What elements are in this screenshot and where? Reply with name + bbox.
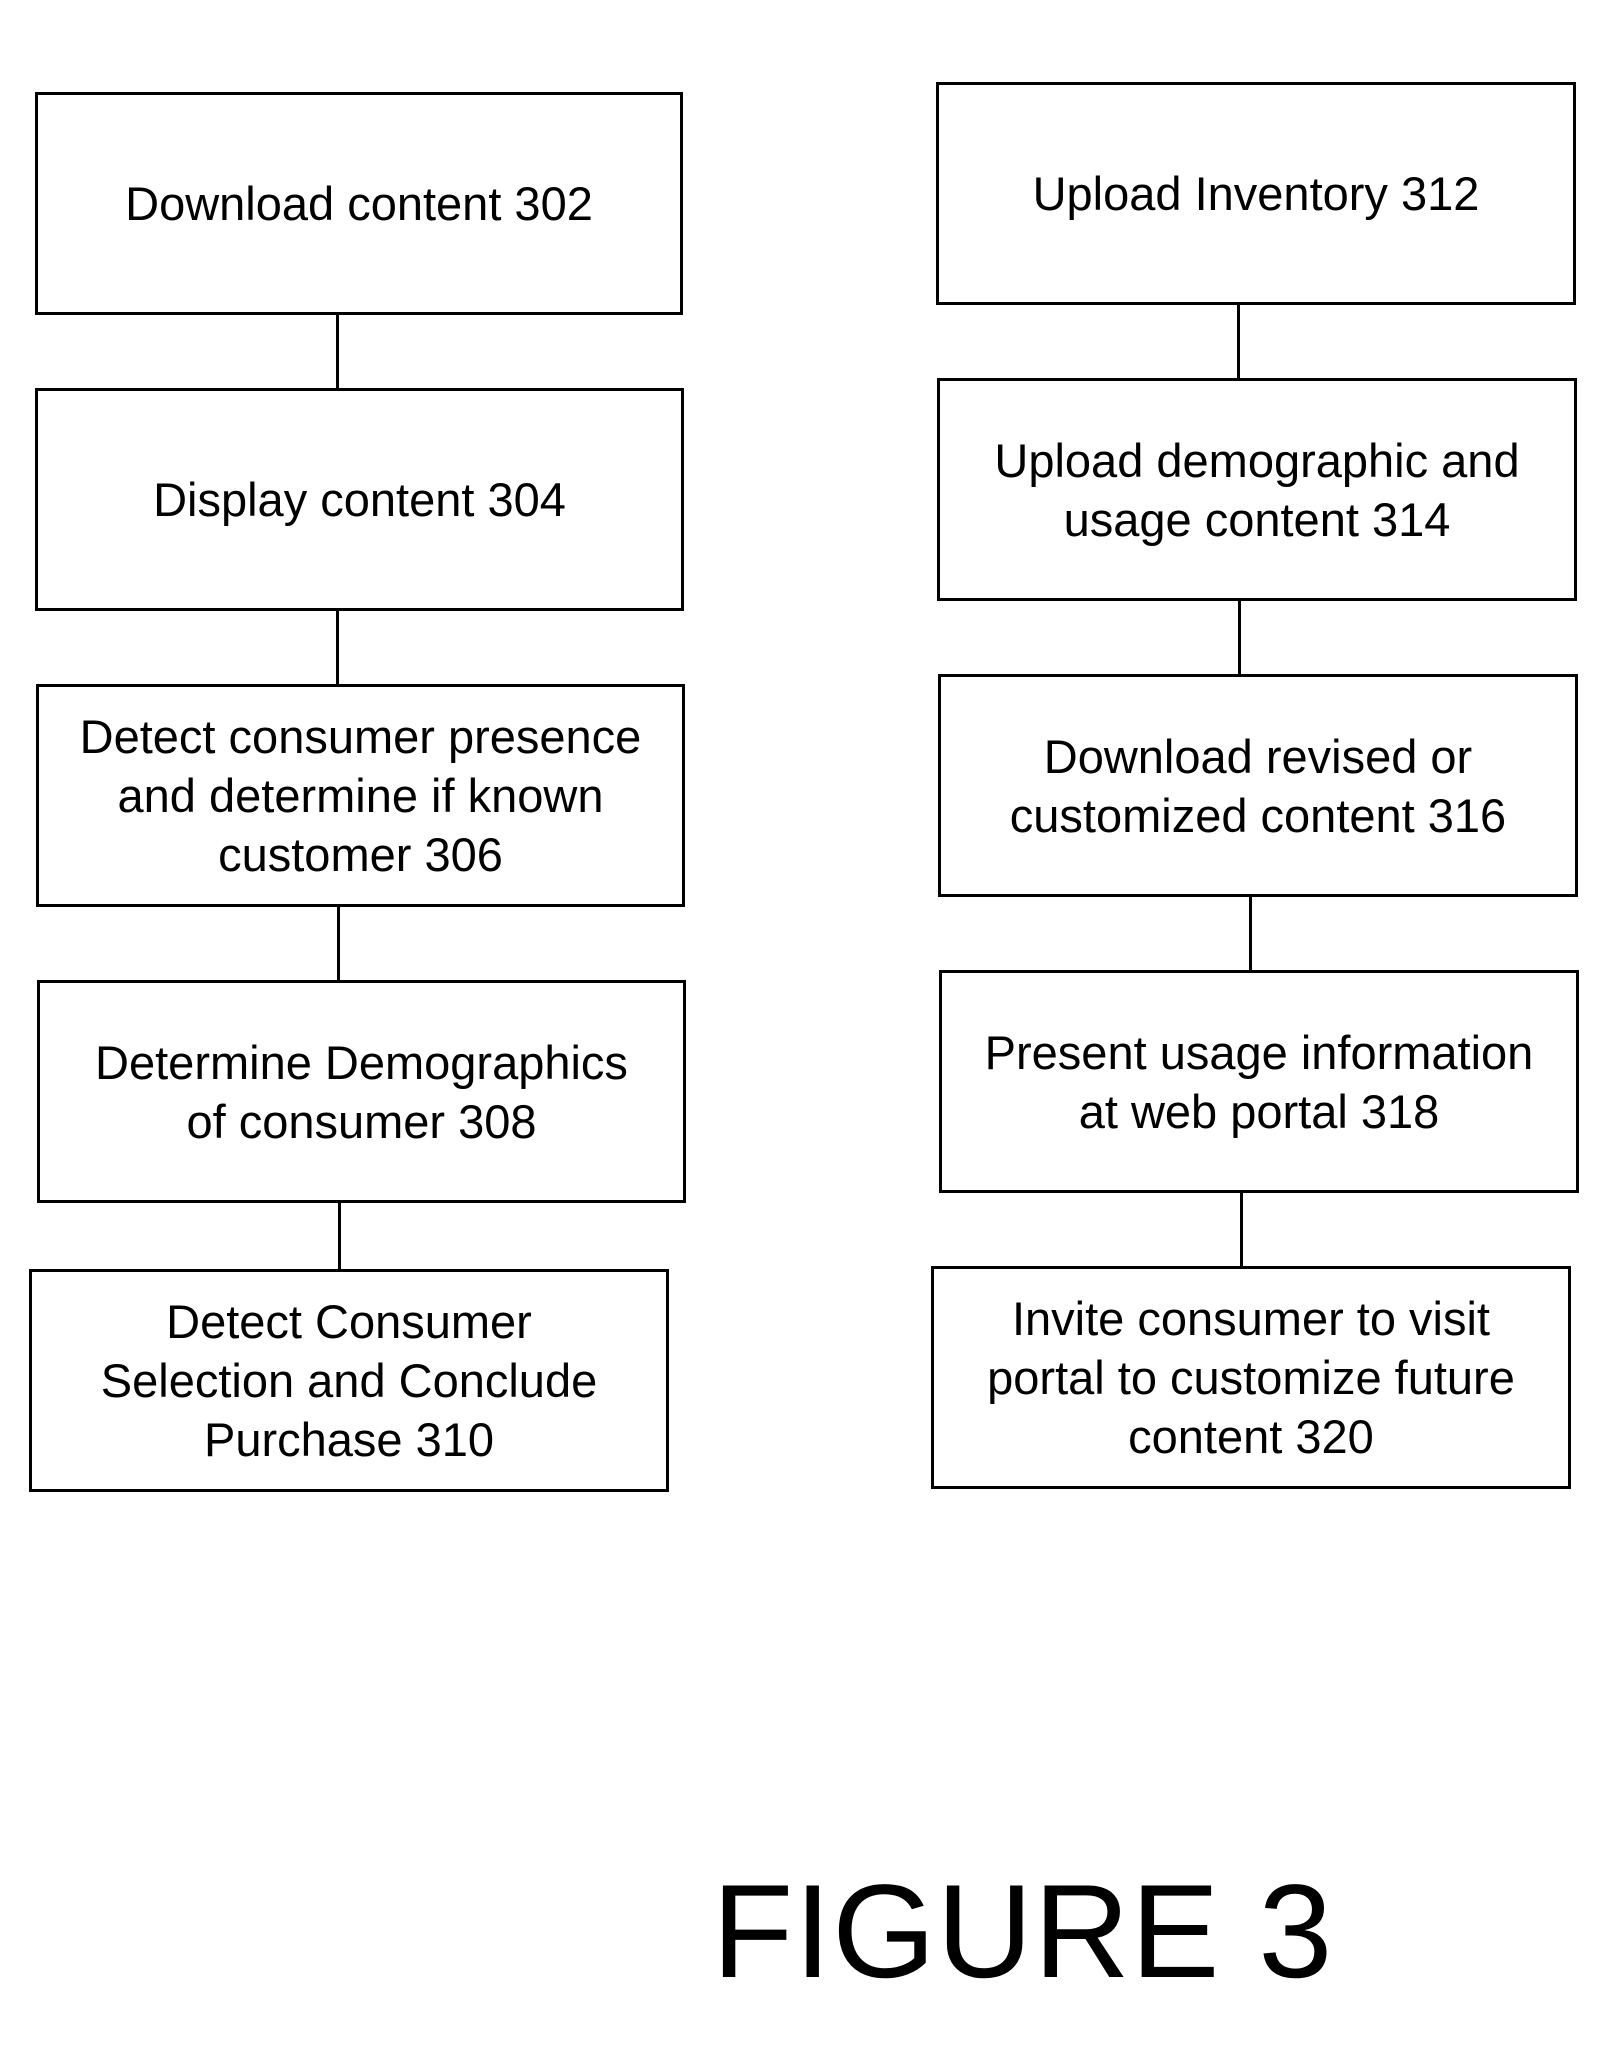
step-320-invite-consumer: Invite consumer to visit portal to custo… [931,1266,1571,1489]
step-label: Download content 302 [125,177,593,230]
connector-312-314 [1237,305,1240,378]
step-302-download-content: Download content 302 [35,92,683,315]
step-label: Invite consumer to visit portal to custo… [987,1292,1515,1463]
step-label: Detect Consumer Selection and Conclude P… [100,1295,598,1466]
step-318-present-usage: Present usage information at web portal … [939,970,1579,1193]
figure-caption: FIGURE 3 [712,1858,1334,2006]
connector-306-308 [337,907,340,980]
step-label: Detect consumer presence and determine i… [79,710,642,881]
step-label: Download revised or customized content 3… [1009,729,1507,842]
connector-308-310 [338,1203,341,1269]
step-316-download-revised: Download revised or customized content 3… [938,674,1578,897]
step-310-conclude-purchase: Detect Consumer Selection and Conclude P… [29,1269,669,1492]
step-314-upload-demographic: Upload demographic and usage content 314 [937,378,1577,601]
step-308-determine-demographics: Determine Demographics of consumer 308 [37,980,686,1203]
connector-314-316 [1238,601,1241,674]
step-label: Upload demographic and usage content 314 [994,433,1520,546]
step-label: Present usage information at web portal … [984,1025,1534,1138]
step-306-detect-presence: Detect consumer presence and determine i… [36,684,685,907]
connector-318-320 [1240,1193,1243,1266]
step-label: Upload Inventory 312 [1032,167,1480,220]
step-label: Determine Demographics of consumer 308 [95,1035,628,1148]
connector-302-304 [336,315,339,388]
step-304-display-content: Display content 304 [35,388,684,611]
connector-316-318 [1249,897,1252,970]
connector-304-306 [336,611,339,684]
step-312-upload-inventory: Upload Inventory 312 [936,82,1576,305]
step-label: Display content 304 [153,473,566,526]
